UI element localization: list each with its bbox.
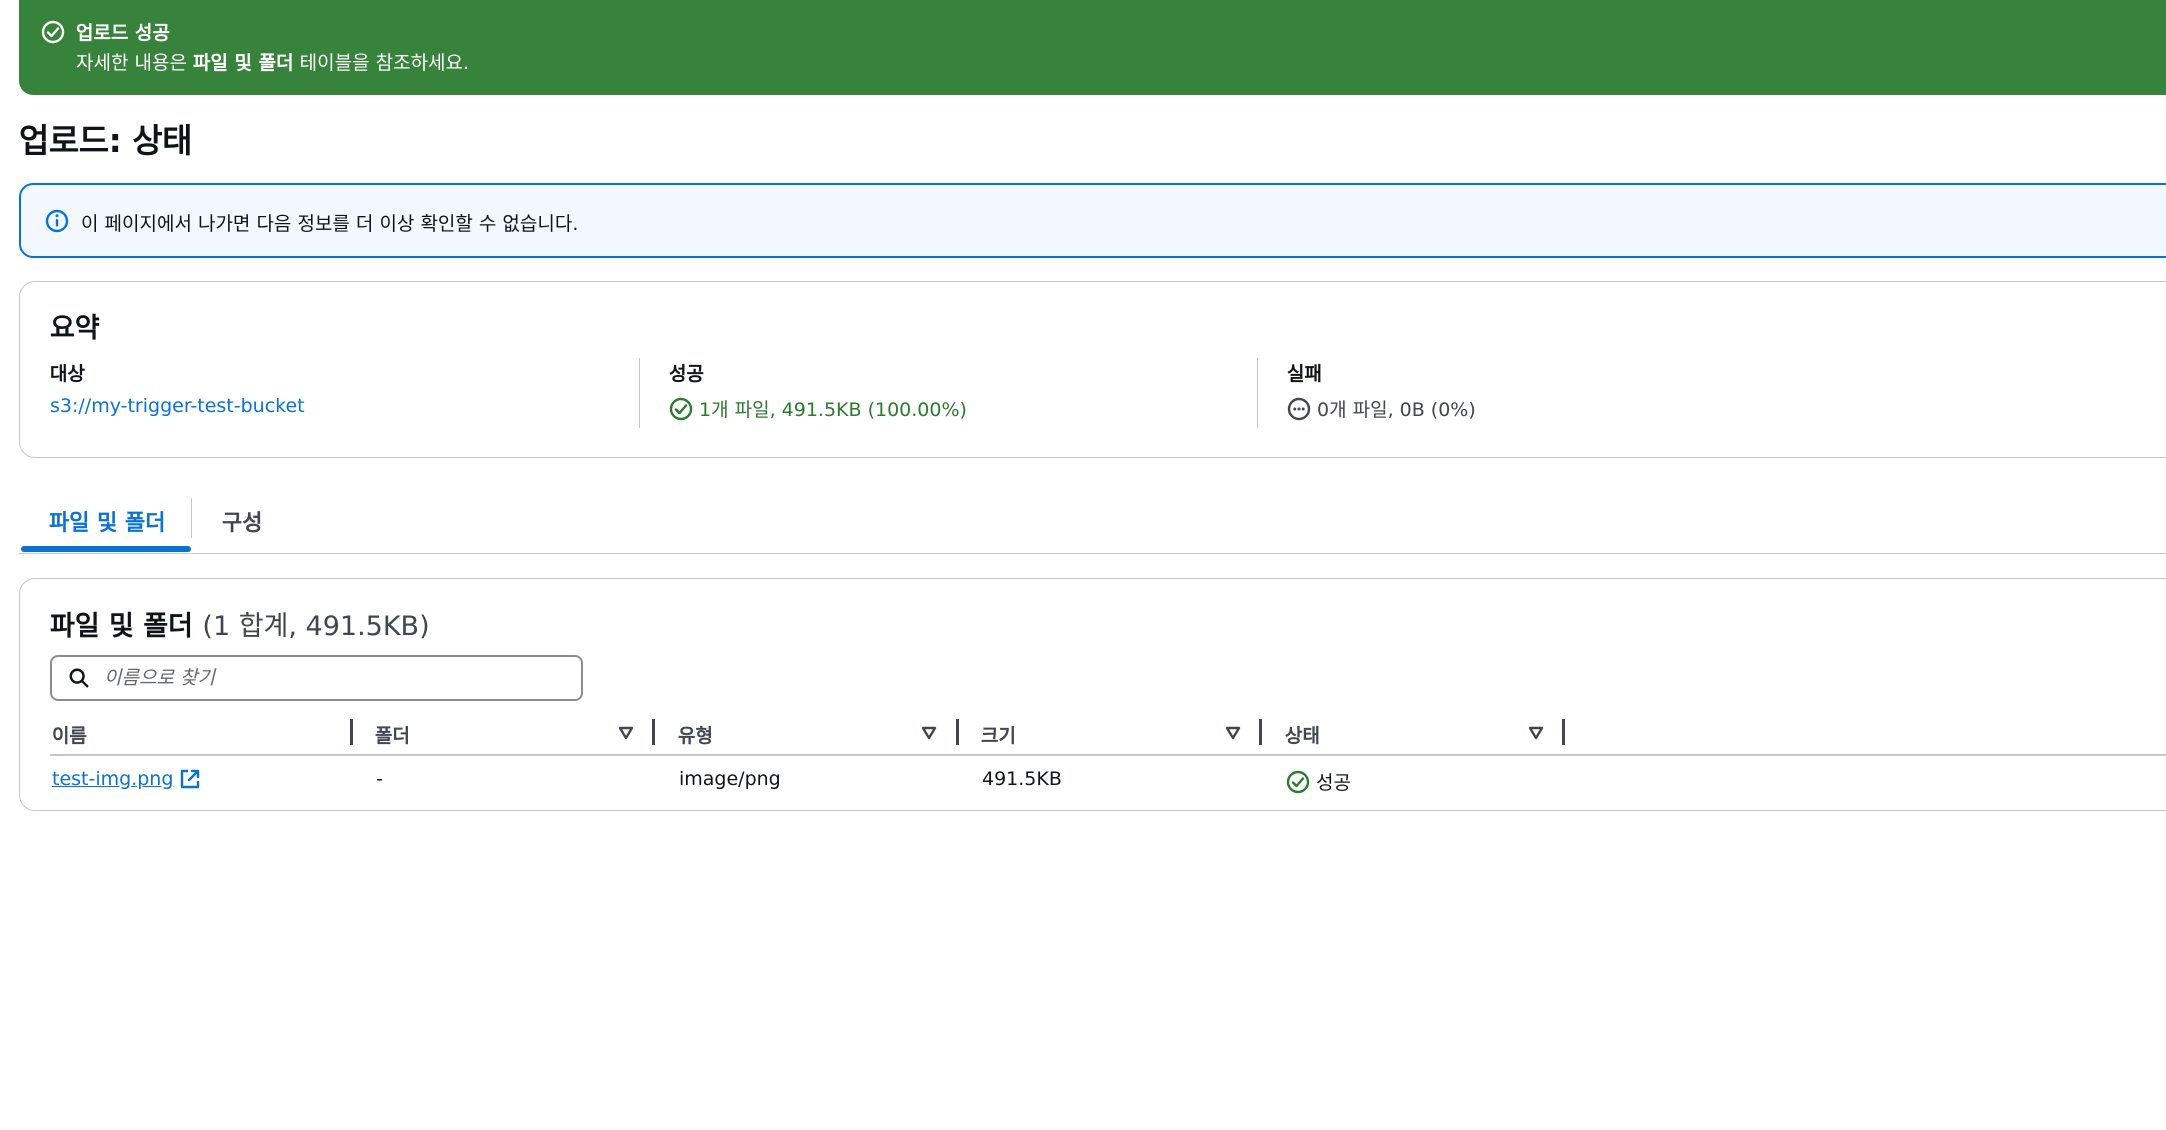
files-count: (1 합계, 491.5KB) [202,611,430,642]
column-resizer[interactable] [652,719,655,745]
tab-divider [191,498,192,538]
info-icon [45,209,69,233]
table-row: test-img.png - image/png 491.5KB 성공 [50,756,2166,811]
status-in-progress-icon [1287,397,1311,420]
file-link[interactable]: test-img.png [52,768,201,790]
column-header-name[interactable]: 이름 [52,721,87,748]
cell-folder: - [376,768,383,790]
files-title: 파일 및 폴더 [50,611,193,642]
status-positive-icon [41,20,65,44]
table-header: 이름 폴더 유형 크기 상태 [50,717,2166,756]
flash-message-prefix: 자세한 내용은 [76,52,193,74]
column-header-type[interactable]: 유형 [678,721,713,748]
destination-value-row: s3://my-trigger-test-bucket [50,395,305,417]
column-header-size[interactable]: 크기 [981,721,1016,748]
sort-caret-icon[interactable] [1528,726,1544,740]
search-icon [69,668,89,688]
upload-success-flash: 업로드 성공 자세한 내용은 파일 및 폴더 테이블을 참조하세요. [19,0,2166,95]
tab-files-and-folders[interactable]: 파일 및 폴더 [49,505,166,537]
external-link-icon[interactable] [179,768,201,790]
summary-divider [1257,358,1258,428]
column-header-status[interactable]: 상태 [1285,721,1320,748]
failed-value: 0개 파일, 0B (0%) [1317,399,1476,421]
search-field[interactable] [50,655,583,701]
flash-message-bold: 파일 및 폴더 [192,52,294,74]
files-container: 파일 및 폴더 (1 합계, 491.5KB) 이름 폴더 유형 크기 상태 t… [19,578,2166,811]
column-resizer[interactable] [1259,719,1262,745]
summary-destination: 대상 s3://my-trigger-test-bucket [50,359,305,417]
page-title: 업로드: 상태 [19,121,193,160]
column-header-folder[interactable]: 폴더 [375,721,410,748]
cell-type: image/png [679,768,781,790]
info-alert-text: 이 페이지에서 나가면 다음 정보를 더 이상 확인할 수 없습니다. [81,213,579,235]
tab-bar: 파일 및 폴더 구성 [19,490,2166,554]
succeeded-value: 1개 파일, 491.5KB (100.00%) [699,399,967,421]
sort-caret-icon[interactable] [921,726,937,740]
column-resizer[interactable] [956,719,959,745]
tab-configuration[interactable]: 구성 [222,505,262,537]
status-positive-icon [669,397,693,420]
failed-value-row: 0개 파일, 0B (0%) [1287,395,1476,422]
summary-title: 요약 [50,313,100,344]
summary-failed: 실패 0개 파일, 0B (0%) [1287,359,1476,422]
summary-container: 요약 대상 s3://my-trigger-test-bucket 성공 1개 … [19,281,2166,458]
flash-message: 자세한 내용은 파일 및 폴더 테이블을 참조하세요. [76,48,469,75]
sort-caret-icon[interactable] [618,726,634,740]
search-input[interactable] [104,663,564,693]
flash-title: 업로드 성공 [76,22,171,44]
column-resizer[interactable] [350,719,353,745]
destination-label: 대상 [50,363,85,385]
failed-label: 실패 [1287,363,1322,385]
flash-message-suffix: 테이블을 참조하세요. [293,52,470,74]
active-tab-indicator [21,546,191,552]
summary-divider [639,358,640,428]
summary-succeeded: 성공 1개 파일, 491.5KB (100.00%) [669,359,967,422]
info-alert: 이 페이지에서 나가면 다음 정보를 더 이상 확인할 수 없습니다. [19,183,2166,258]
succeeded-label: 성공 [669,363,704,385]
cell-status: 성공 [1286,768,1351,795]
sort-caret-icon[interactable] [1225,726,1241,740]
succeeded-value-row: 1개 파일, 491.5KB (100.00%) [669,395,967,422]
status-text: 성공 [1316,772,1351,794]
status-positive-icon [1286,770,1310,793]
cell-size: 491.5KB [982,768,1062,790]
files-header: 파일 및 폴더 (1 합계, 491.5KB) [50,604,430,643]
column-resizer[interactable] [1562,719,1565,745]
cell-name: test-img.png [52,768,201,790]
file-name[interactable]: test-img.png [52,768,173,790]
destination-link[interactable]: s3://my-trigger-test-bucket [50,395,305,417]
